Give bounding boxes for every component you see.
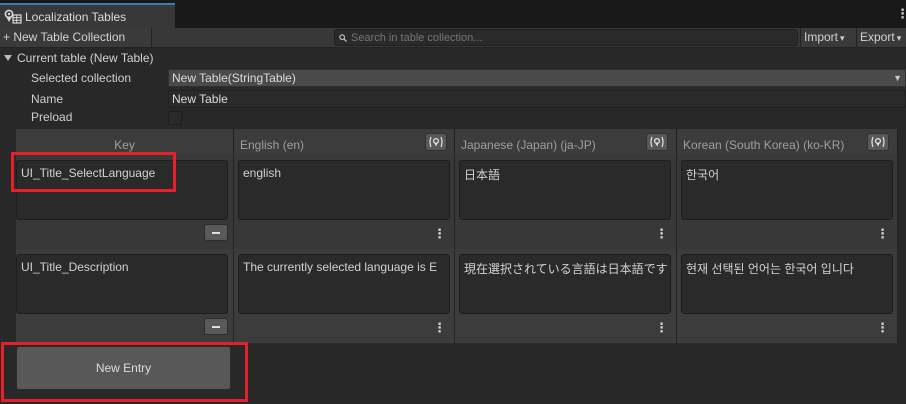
selected-collection-dropdown[interactable]: New Table(StringTable) ▼: [168, 69, 906, 87]
cell-menu-icon[interactable]: ⋮: [876, 227, 889, 241]
preload-checkbox[interactable]: [168, 111, 182, 125]
locale-settings-button-en[interactable]: [425, 133, 447, 151]
locale-settings-icon: [871, 136, 885, 148]
locale-settings-button-ko[interactable]: [867, 133, 889, 151]
new-entry-button[interactable]: New Entry: [16, 346, 231, 390]
cell-menu-icon[interactable]: ⋮: [876, 321, 889, 335]
cell-menu-icon[interactable]: ⋮: [433, 321, 446, 335]
selected-collection-label: Selected collection: [31, 71, 132, 85]
column-header-english[interactable]: English (en): [234, 129, 455, 155]
column-divider: [233, 155, 234, 344]
import-label: Import: [804, 30, 839, 44]
locale-settings-button-ja[interactable]: [646, 133, 668, 151]
cell-menu-icon[interactable]: ⋮: [655, 321, 668, 335]
window-tab-bar: Localization Tables ⋮: [0, 0, 906, 28]
minus-icon: [212, 325, 220, 328]
japanese-text-field[interactable]: 現在選択されている言語は日本語です: [459, 254, 671, 314]
column-divider: [676, 155, 677, 344]
column-header-korean[interactable]: Korean (South Korea) (ko-KR): [677, 129, 898, 155]
minus-icon: [212, 231, 220, 234]
foldout-arrow-icon: [4, 55, 12, 61]
korean-text-field[interactable]: 현재 선택된 언어는 한국어 입니다: [681, 254, 893, 314]
tab-title: Localization Tables: [25, 9, 127, 24]
locale-settings-icon: [429, 136, 443, 148]
current-table-header: Current table (New Table): [17, 51, 154, 65]
chevron-down-icon: ▼: [893, 73, 902, 83]
export-dropdown-button[interactable]: Export ▾: [856, 28, 906, 47]
remove-entry-button[interactable]: [204, 318, 228, 335]
column-header-japanese[interactable]: Japanese (Japan) (ja-JP): [455, 129, 677, 155]
export-label: Export: [860, 30, 895, 44]
name-field[interactable]: New Table: [168, 90, 906, 108]
japanese-text-field[interactable]: 日本語: [459, 160, 671, 220]
key-field[interactable]: UI_Title_SelectLanguage: [16, 160, 228, 220]
search-icon: [339, 33, 347, 42]
remove-entry-button[interactable]: [204, 224, 228, 241]
chevron-down-icon: ▾: [840, 33, 845, 43]
preload-label: Preload: [31, 110, 73, 124]
cell-menu-icon[interactable]: ⋮: [433, 227, 446, 241]
cell-menu-icon[interactable]: ⋮: [655, 227, 668, 241]
chevron-down-icon: ▾: [896, 33, 902, 43]
english-text-field[interactable]: The currently selected language is E: [238, 254, 450, 314]
new-table-collection-button[interactable]: + New Table Collection: [0, 28, 152, 47]
column-header-key[interactable]: Key: [16, 129, 234, 155]
selected-collection-value: New Table(StringTable): [172, 71, 296, 85]
locale-settings-icon: [650, 136, 664, 148]
localization-table-icon: [4, 9, 22, 24]
search-input[interactable]: [351, 31, 771, 44]
english-text-field[interactable]: english: [238, 160, 450, 220]
column-divider: [897, 155, 898, 344]
window-menu-icon[interactable]: ⋮: [896, 6, 906, 22]
current-table-foldout[interactable]: Current table (New Table): [0, 49, 906, 67]
toolbar: + New Table Collection Import▾ Export▾: [0, 28, 906, 48]
korean-text-field[interactable]: 한국어: [681, 160, 893, 220]
import-dropdown-button[interactable]: Import ▾: [800, 28, 856, 47]
tab-localization-tables[interactable]: Localization Tables: [0, 3, 175, 28]
search-field[interactable]: [334, 29, 798, 46]
key-field[interactable]: UI_Title_Description: [16, 254, 228, 314]
name-label: Name: [31, 92, 64, 106]
column-divider: [454, 155, 455, 344]
